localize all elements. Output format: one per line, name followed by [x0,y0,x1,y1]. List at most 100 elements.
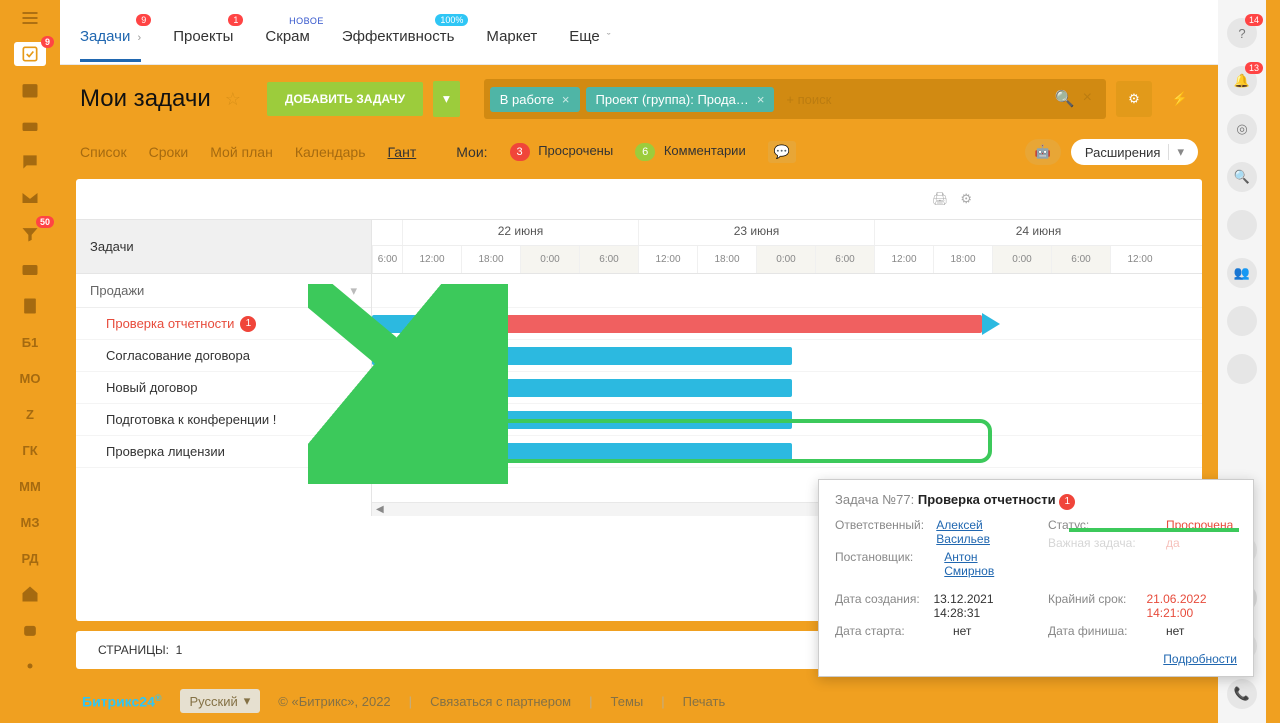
rail-tasks-icon[interactable]: 9 [14,42,46,66]
add-task-dropdown[interactable]: ▾ [433,81,460,117]
rr-bell-icon[interactable]: 🔔13 [1227,66,1257,96]
filter-bar[interactable]: В работе× Проект (группа): Прода…× + пои… [484,79,1106,119]
rr-avatar-2[interactable] [1227,306,1257,336]
filter-icons: 🔍 × [1055,89,1100,109]
rail-gear-icon[interactable] [14,654,46,678]
lang-button[interactable]: Русский▾ [180,689,261,713]
tab-tasks-label: Задачи [80,28,130,45]
tab-efficiency[interactable]: Эффективность 100% [342,0,455,45]
rail-filter-icon[interactable]: 50 [14,222,46,246]
bar-row-0[interactable] [372,308,1202,340]
page-head: Мои задачи ☆ ДОБАВИТЬ ЗАДАЧУ ▾ В работе×… [60,65,1218,133]
rr-help-badge: 14 [1245,14,1263,26]
rail-text-2[interactable]: Z [14,402,46,426]
task-row-1-label: Согласование договора [106,348,250,363]
tab-more[interactable]: Еще ˇ [569,0,610,45]
gear-button[interactable]: ⚙ [1116,81,1152,117]
rr-avatar-1[interactable] [1227,210,1257,240]
time-6: 18:00 [697,246,756,273]
rail-chat-icon[interactable] [14,150,46,174]
date-0: 22 июня [402,220,638,245]
gantt-group[interactable]: Продажи ▾ [76,274,371,308]
rr-call-icon[interactable]: 📞 [1227,679,1257,709]
chat-icon[interactable]: 💬 [768,141,796,163]
time-4: 6:00 [579,246,638,273]
comments-counter[interactable]: 6 Комментарии [635,143,746,161]
tab-tasks-badge: 9 [136,14,151,26]
rr-avatar-3[interactable] [1227,354,1257,384]
rail-text-1[interactable]: МО [14,366,46,390]
add-task-button[interactable]: ДОБАВИТЬ ЗАДАЧУ [267,82,423,116]
extensions-button[interactable]: Расширения ▾ [1071,139,1198,165]
view-gantt[interactable]: Гант [388,144,417,160]
left-rail: 9 50 Б1 МО Z ГК ММ МЗ РД [0,0,60,723]
rail-home-icon[interactable] [14,582,46,606]
rail-android-icon[interactable] [14,618,46,642]
task-row-4[interactable]: Проверка лицензии [76,436,371,468]
task-row-1[interactable]: Согласование договора [76,340,371,372]
task-row-3[interactable]: Подготовка к конференции ! [76,404,371,436]
rr-help-icon[interactable]: ?14 [1227,18,1257,48]
tab-efficiency-label: Эффективность [342,28,455,45]
time-0: 6:00 [372,246,402,273]
rail-text-3[interactable]: ГК [14,438,46,462]
tab-market[interactable]: Маркет [486,0,537,45]
rr-target-icon[interactable]: ◎ [1227,114,1257,144]
rail-doc-icon[interactable] [14,294,46,318]
print-link[interactable]: Печать [683,694,726,709]
task-row-0[interactable]: Проверка отчетности 1 [76,308,371,340]
filter-chip-0[interactable]: В работе× [490,87,580,112]
bar-row-4[interactable] [372,436,1202,468]
search-icon[interactable]: 🔍 [1055,89,1075,109]
close-icon[interactable]: × [757,92,765,107]
tab-projects[interactable]: Проекты 1 [173,0,233,45]
overdue-counter[interactable]: 3 Просрочены [510,143,614,161]
view-deadlines[interactable]: Сроки [149,144,189,160]
task-row-0-label: Проверка отчетности [106,316,234,331]
rr-people-icon[interactable]: 👥 [1227,258,1257,288]
view-myplan[interactable]: Мой план [210,144,273,160]
tab-scrum[interactable]: Скрам НОВОЕ [265,0,309,45]
tab-tasks[interactable]: Задачи › 9 [80,0,141,62]
bolt-button[interactable]: ⚡ [1162,81,1198,117]
gantt-group-label: Продажи [90,283,144,298]
clear-icon[interactable]: × [1083,89,1092,109]
rail-text-6[interactable]: РД [14,546,46,570]
gear-icon[interactable]: ⚙ [960,191,972,207]
view-calendar[interactable]: Календарь [295,144,366,160]
date-1: 23 июня [638,220,874,245]
star-icon[interactable]: ☆ [225,89,241,110]
rail-text-0[interactable]: Б1 [14,330,46,354]
rail-card-icon[interactable] [14,258,46,282]
time-13: 12:00 [1110,246,1169,273]
details-link[interactable]: Подробности [1163,652,1237,666]
rail-text-5[interactable]: МЗ [14,510,46,534]
themes-link[interactable]: Темы [611,694,644,709]
brand-link[interactable]: Битрикс24® [82,693,162,710]
copyright: © «Битрикс», 2022 [278,694,390,709]
bar-row-3[interactable] [372,404,1202,436]
rail-calendar-icon[interactable] [14,78,46,102]
contact-link[interactable]: Связаться с партнером [430,694,571,709]
filter-chip-1[interactable]: Проект (группа): Прода…× [586,87,775,112]
close-icon[interactable]: × [562,92,570,107]
menu-icon[interactable] [14,6,46,30]
robot-button[interactable]: 🤖 [1025,139,1061,165]
main: Задачи › 9 Проекты 1 Скрам НОВОЕ Эффекти… [60,0,1218,723]
scroll-left-icon[interactable]: ◀ [376,504,384,515]
creator-link[interactable]: Антон Смирнов [944,550,1024,578]
view-list[interactable]: Список [80,144,127,160]
task-row-0-badge: 1 [240,316,256,332]
task-row-2[interactable]: Новый договор [76,372,371,404]
bar-row-2[interactable] [372,372,1202,404]
rr-search-icon[interactable]: 🔍 [1227,162,1257,192]
time-12: 6:00 [1051,246,1110,273]
gantt-dates: 22 июня 23 июня 24 июня [372,220,1202,246]
bar-row-1[interactable] [372,340,1202,372]
responsible-link[interactable]: Алексей Васильев [936,518,1024,546]
rail-mail-icon[interactable] [14,186,46,210]
rail-drive-icon[interactable] [14,114,46,138]
tab-market-label: Маркет [486,28,537,45]
rail-text-4[interactable]: ММ [14,474,46,498]
print-icon[interactable]: 🖨 [932,191,949,207]
